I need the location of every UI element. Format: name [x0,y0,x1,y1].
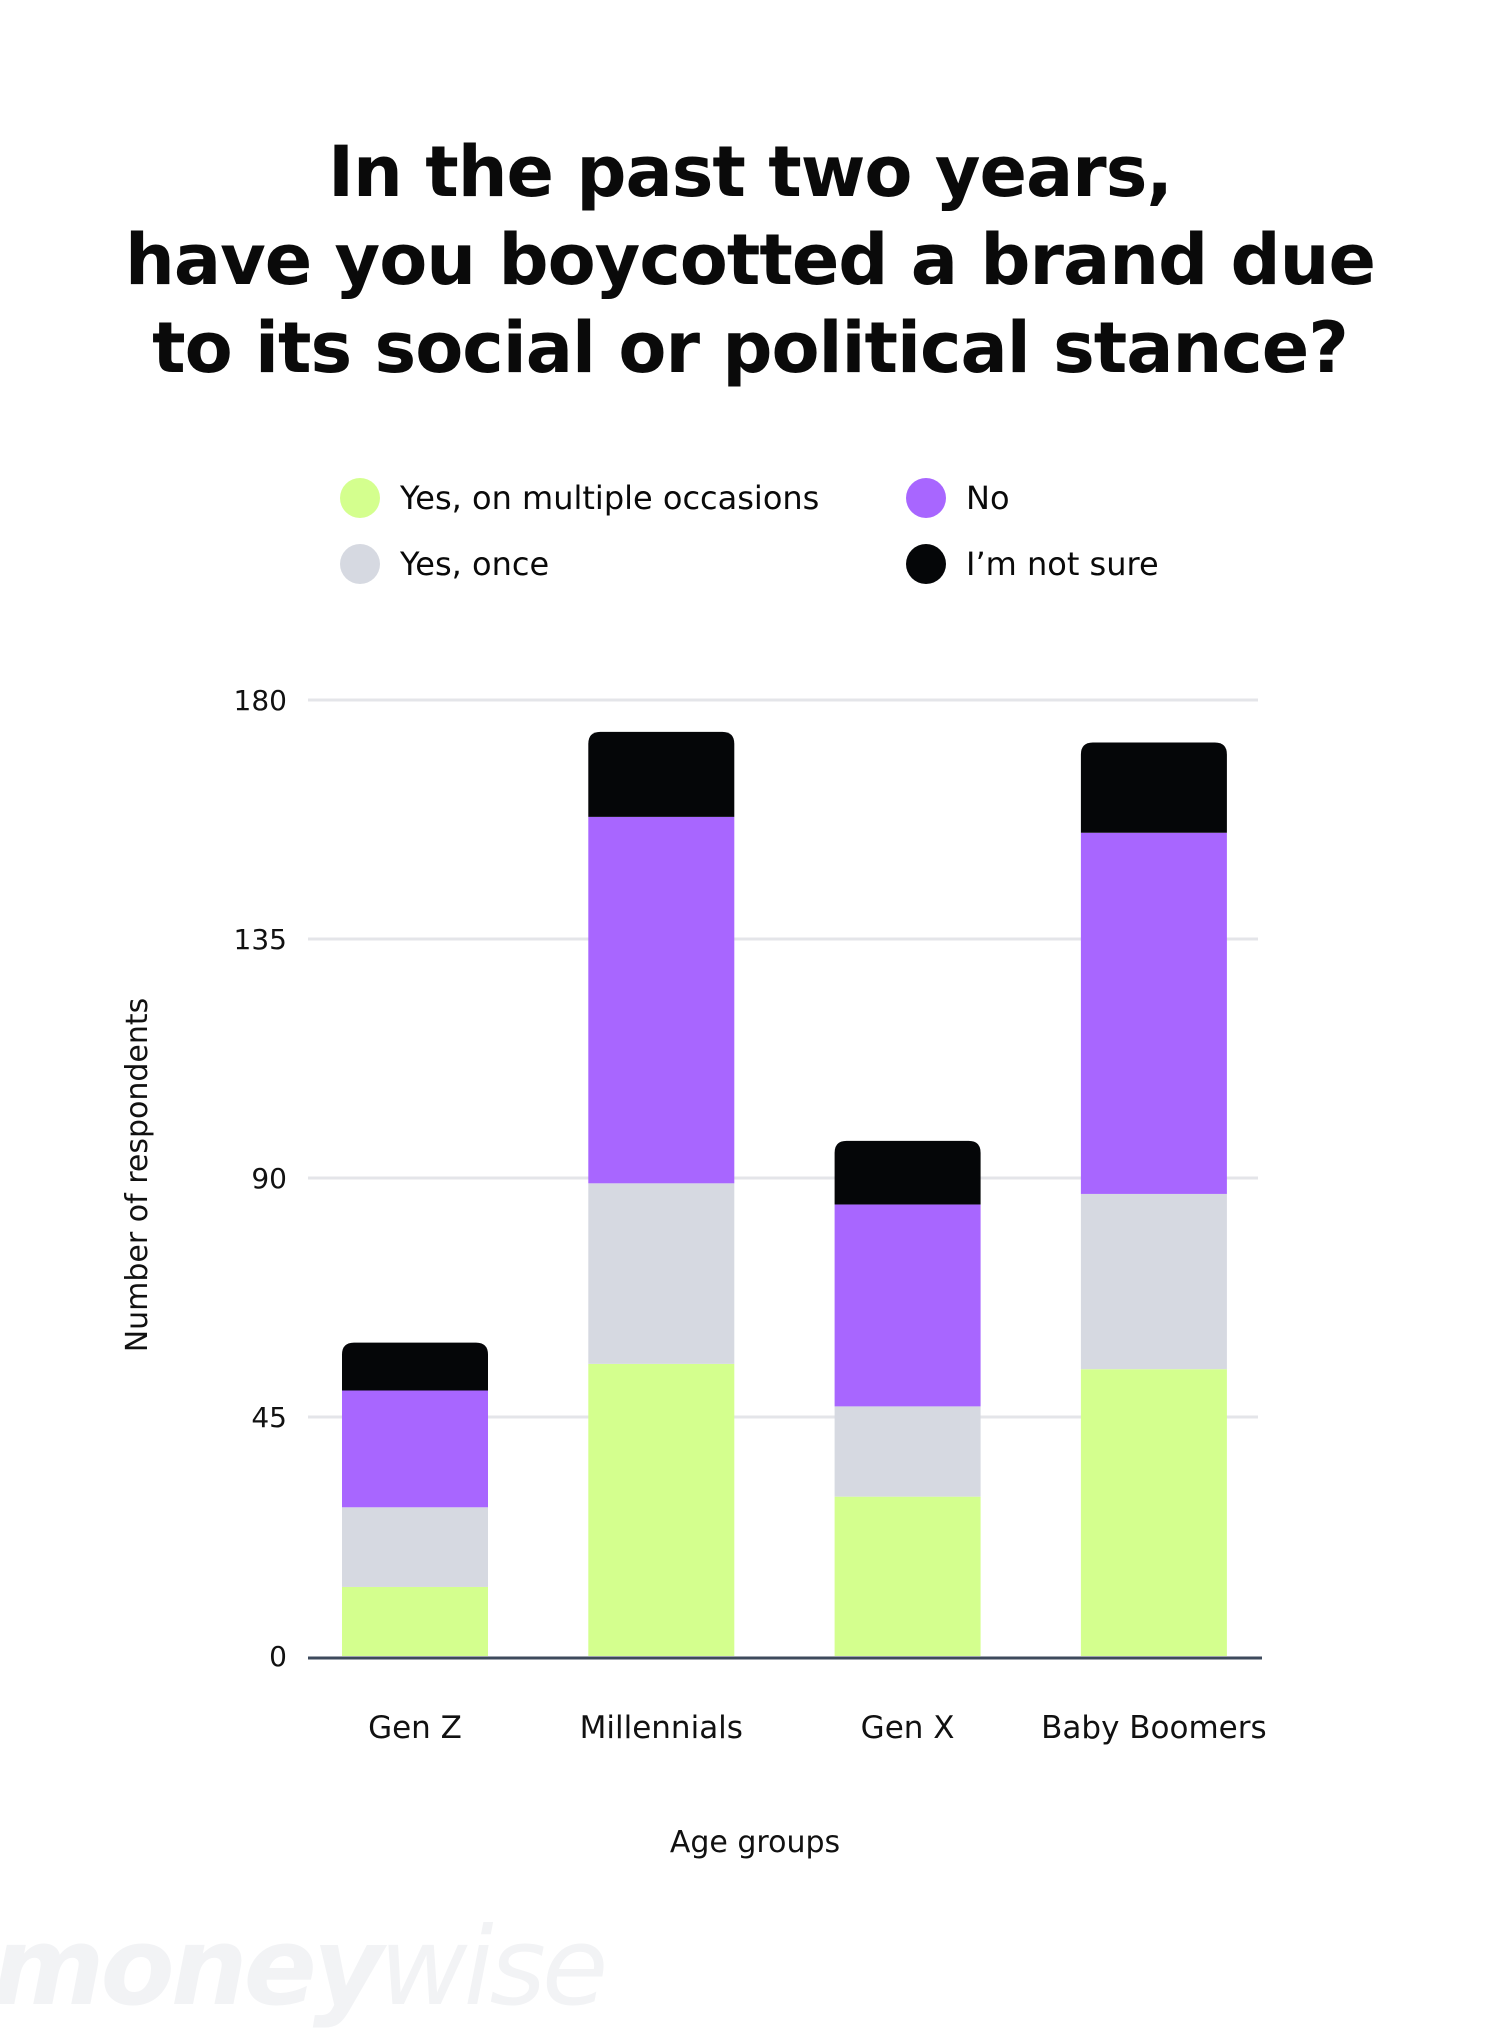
bar-segment [342,1586,488,1656]
bar-segment [342,1507,488,1587]
x-tick-label: Baby Boomers [1041,1710,1267,1746]
bar-segment [1080,742,1227,833]
bar-segment [342,1342,488,1391]
y-axis-title: Number of respondents [120,998,155,1353]
bar-segment [342,1390,488,1508]
bar-segment [588,1183,735,1364]
bar-stack [342,1342,488,1656]
bar-segment [834,1204,981,1407]
bar-segment [1080,1193,1227,1370]
x-tick-label: Millennials [580,1710,743,1746]
bar-segment [834,1496,981,1656]
bar-stack [1080,742,1227,1656]
x-axis-title: Age groups [670,1825,840,1860]
bar-segment [834,1406,981,1497]
bar-stack [834,1140,981,1656]
stacked-bar-chart: 0 45 90 135 180 Gen Z Millennials Gen X Baby Bo… [120,684,1267,1860]
bar-segment [834,1140,981,1205]
bar-stack [588,731,735,1656]
bar-segment [1080,1369,1227,1656]
watermark-thin: wise [379,1905,608,2030]
x-tick-label: Gen X [861,1710,955,1746]
y-tick-label: 90 [251,1162,287,1195]
watermark-bold: money [0,1905,383,2030]
y-tick-label: 135 [234,923,287,956]
y-tick-label: 180 [234,684,287,717]
bar-segment [588,731,735,817]
y-tick-label: 45 [251,1401,287,1434]
moneywise-watermark-logo: moneywise [0,1905,608,2030]
bar-segment [588,1363,735,1656]
bar-segment [1080,832,1227,1194]
x-tick-labels: Gen Z Millennials Gen X Baby Boomers [368,1710,1267,1746]
y-tick-label: 0 [269,1640,287,1673]
bars [342,731,1227,1656]
bar-segment [588,816,735,1184]
y-tick-labels: 0 45 90 135 180 [234,684,287,1673]
x-tick-label: Gen Z [368,1710,462,1746]
